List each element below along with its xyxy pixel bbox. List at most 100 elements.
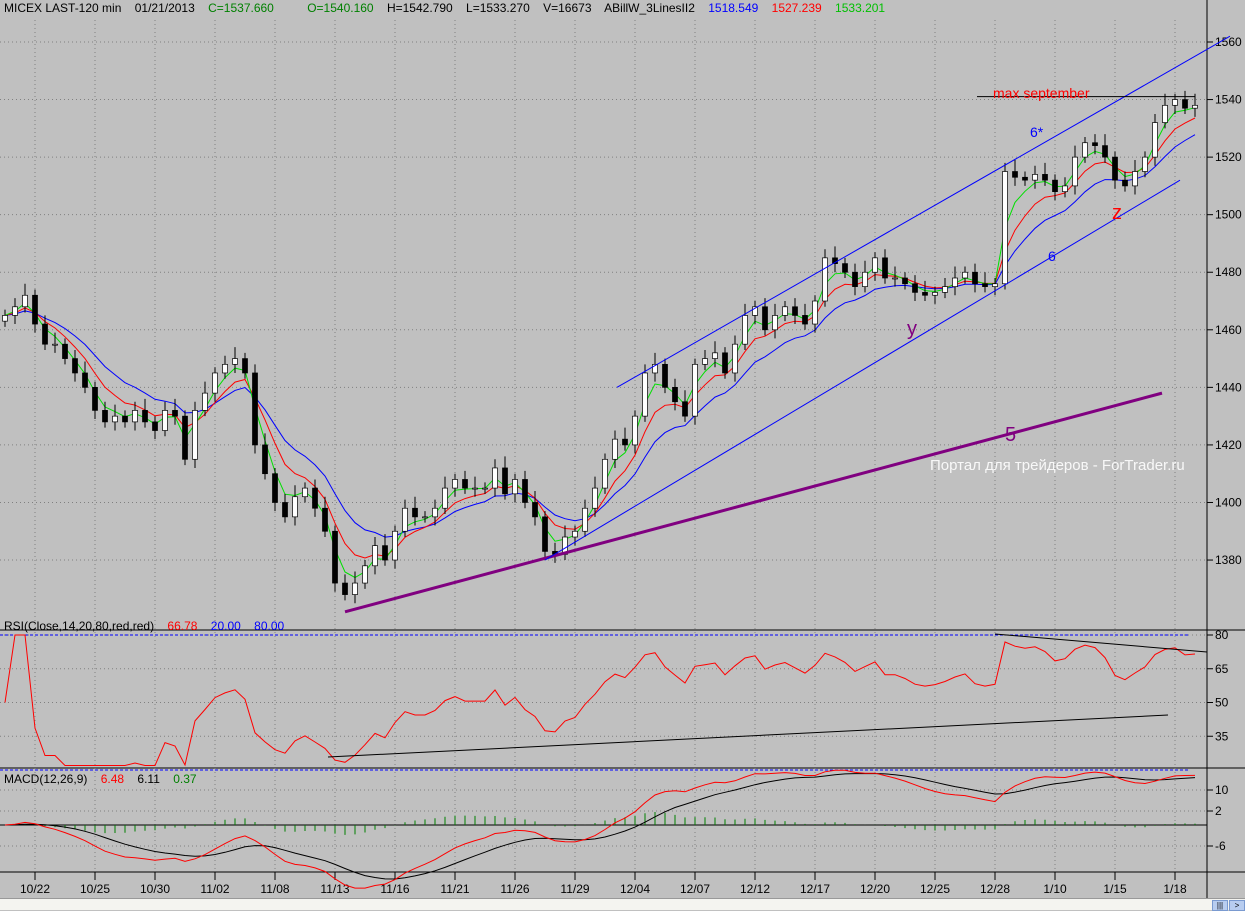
x-tick-label: 11/08 [260,882,289,896]
rsi-line [4,634,1196,767]
candle-body [482,487,488,490]
candle-body [22,294,28,308]
scroll-right-button[interactable]: > [1229,900,1245,911]
macd-line [4,769,1196,889]
candle-body [892,277,898,280]
price-tick-label: 1460 [1215,323,1242,337]
indicator-green-value: 1533.201 [835,1,886,15]
candle-body [712,352,718,359]
x-tick-label: 10/25 [80,882,110,896]
x-tick-label: 11/21 [440,882,469,896]
candle-body [102,410,108,423]
price-tick-label: 1420 [1215,438,1242,452]
candle-body [52,343,58,346]
candle-body [312,487,318,509]
x-tick-label: 12/12 [740,882,770,896]
candle-body [492,467,498,489]
wave-5-label: 5 [1005,424,1017,446]
candle-body [442,487,448,509]
candle-body [782,306,788,316]
macd-tick-label: 10 [1215,783,1229,797]
x-tick-label: 10/22 [20,882,50,896]
candle-body [602,458,608,489]
candle-body [812,300,818,325]
trendline-6- [616,35,1231,388]
rsi-name: RSI(Close,14,20,80,red,red) [4,619,155,633]
candle-body [1012,171,1018,178]
x-tick-label: 12/04 [620,882,650,896]
candle-body [542,516,548,552]
candle-body [222,363,228,374]
indicator-red-value: 1527.239 [771,1,822,15]
candle-body [472,487,478,490]
candle-body [12,306,18,316]
scroll-thumb[interactable]: ||| [1212,900,1228,911]
candle-body [412,507,418,518]
candle-body [282,502,288,518]
candle-body [882,257,888,279]
candle-body [322,507,328,532]
macd-hist: 0.37 [173,772,197,786]
candle-body [1162,104,1168,123]
candle-body [592,487,598,509]
macd-header: MACD(12,26,9) 6.48 6.11 0.37 [4,772,207,786]
candle-body [302,487,308,498]
candle-body [532,502,538,518]
candle-body [862,271,868,287]
candle-body [82,372,88,388]
price-tick-label: 1480 [1215,265,1242,279]
candle-body [992,283,998,287]
candle-body [742,315,748,345]
candle-body [1042,174,1048,181]
candle-body [272,473,278,503]
ma-blue-line [4,134,1196,538]
candle-body [92,387,98,411]
volume-value: V=16673 [543,1,592,15]
candle-body [522,479,528,503]
candle-body [292,496,298,518]
candle-body [1172,99,1178,106]
candle-body [332,530,338,584]
x-tick-label: 1/18 [1163,882,1187,896]
wave-z-label: z [1112,202,1122,224]
candle-body [572,530,578,538]
price-tick-label: 1380 [1215,553,1242,567]
horizontal-scrollbar[interactable]: ||| > [0,898,1245,911]
candle-body [162,410,168,431]
rsi-tick-label: 80 [1215,628,1229,642]
candle-body [152,421,158,431]
candle-body [132,410,138,423]
candle-body [1182,99,1188,109]
trendline-5 [344,391,1163,614]
wave-y-label: y [907,318,917,340]
rsi-support-line [327,714,1169,758]
candle-body [1062,185,1068,193]
high-value: H=1542.790 [386,1,453,15]
indicator-blue-value: 1518.549 [708,1,759,15]
rsi-high: 80.00 [254,619,285,633]
candle-body [72,358,78,374]
macd-name: MACD(12,26,9) [4,772,88,786]
candle-body [632,415,638,446]
candle-body [1192,104,1198,109]
macd-tick-label: 2 [1215,804,1222,818]
open-value: O=1540.160 [307,1,374,15]
low-value: L=1533.270 [466,1,530,15]
candle-body [112,415,118,423]
candle-body [182,415,188,460]
candle-body [242,358,248,374]
max-september-label: max september [993,85,1090,101]
candle-body [382,545,388,561]
candle-body [502,467,508,495]
chart-header: MICEX LAST-120 min 01/21/2013 C=1537.660… [4,1,895,15]
candle-body [1032,174,1038,181]
wave-6-label: 6 [1048,248,1056,264]
candle-body [702,358,708,365]
price-tick-label: 1520 [1215,150,1242,164]
ma-red-line [4,117,1196,559]
candle-body [912,283,918,293]
candle-body [612,438,618,460]
candle-body [1022,176,1028,181]
candle-body [942,286,948,293]
candle-body [1052,179,1058,193]
